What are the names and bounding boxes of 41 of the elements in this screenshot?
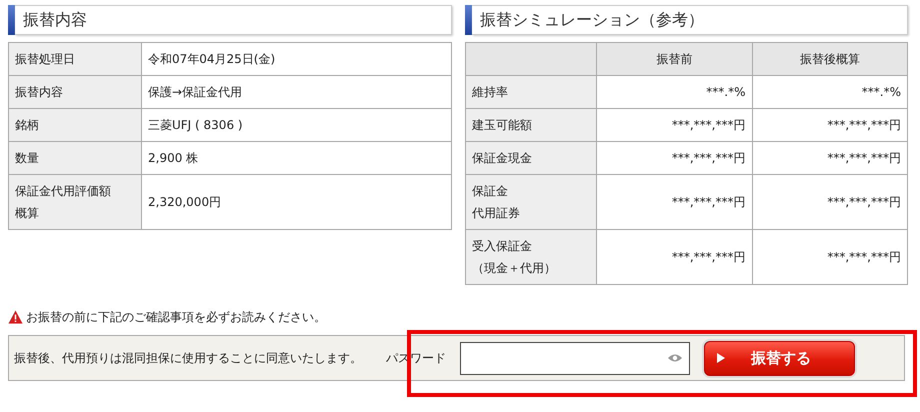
warning-icon	[8, 310, 23, 324]
table-cell: 令和07年04月25日(金)	[142, 42, 452, 76]
section-title: 振替内容	[15, 5, 452, 35]
table-cell: ***,***,***円	[752, 174, 908, 230]
header-cell: 振替前	[596, 42, 752, 76]
table-cell: ***,***,***円	[596, 230, 752, 284]
row-label: 銘柄	[15, 117, 40, 134]
table-cell: 保護→保証金代用	[142, 76, 452, 108]
table-cell: 2,320,000円	[142, 174, 452, 230]
transfer-button[interactable]: 振替する	[704, 340, 855, 376]
table-cell: ***,***,***円	[596, 142, 752, 174]
row-label: 概算	[15, 205, 40, 222]
heading-marker	[465, 5, 472, 35]
table-cell: ***.*%	[596, 76, 752, 108]
table-cell: ***,***,***円	[596, 174, 752, 230]
row-label: 保証金	[472, 183, 509, 200]
section-title: 振替シミュレーション（参考）	[472, 5, 908, 35]
row-label: 建玉可能額	[472, 117, 533, 134]
heading-marker	[8, 5, 15, 35]
row-label: 数量	[15, 150, 40, 167]
eye-icon[interactable]	[667, 353, 683, 363]
table-cell: ***,***,***円	[596, 108, 752, 142]
table-cell: ***,***,***円	[752, 230, 908, 284]
row-label: 代用証券	[472, 205, 521, 222]
arrow-icon	[717, 353, 725, 363]
table-cell: ***,***,***円	[752, 142, 908, 174]
password-field[interactable]	[460, 342, 690, 374]
row-label: 受入保証金	[472, 238, 533, 255]
row-label: 振替内容	[15, 84, 64, 101]
agreement-text: 振替後、代用預りは混同担保に使用することに同意いたします。	[14, 350, 362, 366]
row-label: 維持率	[472, 84, 509, 101]
table-cell: 三菱UFJ ( 8306 )	[142, 108, 452, 142]
table-cell: 2,900 株	[142, 142, 452, 174]
header-cell: 振替後概算	[752, 42, 908, 76]
row-label: 保証金代用評価額	[15, 183, 112, 200]
table-cell: ***,***,***円	[752, 108, 908, 142]
table-cell: ***.*%	[752, 76, 908, 108]
row-label: 振替処理日	[15, 51, 76, 68]
row-label: （現金＋代用）	[472, 260, 557, 277]
row-label: 保証金現金	[472, 150, 533, 167]
notice-text: お振替の前に下記のご確認事項を必ずお読みください。	[26, 308, 326, 326]
